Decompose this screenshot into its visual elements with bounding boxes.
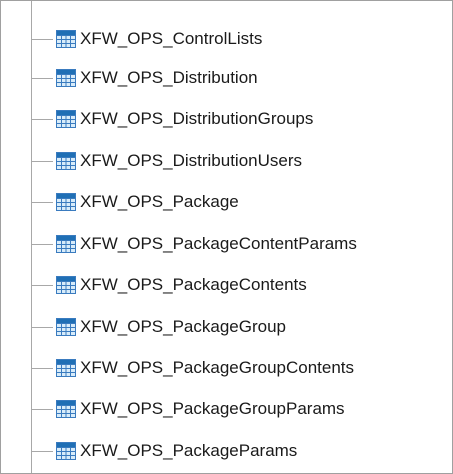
table-icon	[56, 69, 76, 87]
tree-branch-line	[31, 38, 53, 40]
table-icon	[56, 152, 76, 170]
tree-item-packagegroupcontents[interactable]: XFW_OPS_PackageGroupContents	[31, 351, 451, 385]
tree-item-label: XFW_OPS_DistributionUsers	[80, 151, 303, 170]
tree-item-controllists[interactable]: XFW_OPS_ControlLists	[31, 22, 451, 56]
table-icon	[56, 442, 76, 460]
tree-branch-line	[31, 243, 53, 245]
tree-item-distribution[interactable]: XFW_OPS_Distribution	[31, 61, 451, 95]
table-icon	[56, 400, 76, 418]
table-icon	[56, 276, 76, 294]
tree-item-distributionusers[interactable]: XFW_OPS_DistributionUsers	[31, 144, 451, 178]
tree-item-label: XFW_OPS_PackageParams	[80, 441, 298, 460]
table-icon	[56, 110, 76, 128]
table-icon	[56, 30, 76, 48]
tree-item-packagecontentparams[interactable]: XFW_OPS_PackageContentParams	[31, 227, 451, 261]
tree-branch-line	[31, 408, 53, 410]
tree-branch-line	[31, 367, 53, 369]
tree-branch-line	[31, 450, 53, 452]
tree-item-label: XFW_OPS_PackageContentParams	[80, 234, 357, 253]
table-icon	[56, 235, 76, 253]
tree-item-distributiongroups[interactable]: XFW_OPS_DistributionGroups	[31, 102, 451, 136]
tree-branch-line	[31, 118, 53, 120]
tree-item-label: XFW_OPS_Distribution	[80, 68, 258, 87]
tree-item-label: XFW_OPS_PackageGroupContents	[80, 358, 355, 377]
table-icon	[56, 193, 76, 211]
tree-branch-line	[31, 160, 53, 162]
tree-item-packageparams[interactable]: XFW_OPS_PackageParams	[31, 434, 451, 468]
tree-item-label: XFW_OPS_PackageGroupParams	[80, 399, 345, 418]
tree-item-label: XFW_OPS_ControlLists	[80, 29, 263, 48]
tree-item-label: XFW_OPS_Package	[80, 192, 239, 211]
tree-item-label: XFW_OPS_DistributionGroups	[80, 109, 314, 128]
table-icon	[56, 318, 76, 336]
tree-branch-line	[31, 284, 53, 286]
table-icon	[56, 359, 76, 377]
tree-item-packagegroup[interactable]: XFW_OPS_PackageGroup	[31, 310, 451, 344]
tree-branch-line	[31, 326, 53, 328]
tree-item-package[interactable]: XFW_OPS_Package	[31, 185, 451, 219]
tree-item-packagegroupparams[interactable]: XFW_OPS_PackageGroupParams	[31, 392, 451, 426]
tree-view-panel: XFW_OPS_ControlLists XFW_OPS_Distributio…	[0, 0, 453, 474]
tree-item-label: XFW_OPS_PackageContents	[80, 275, 307, 294]
tree-branch-line	[31, 77, 53, 79]
tree-item-packagecontents[interactable]: XFW_OPS_PackageContents	[31, 268, 451, 302]
table-tree: XFW_OPS_ControlLists XFW_OPS_Distributio…	[1, 1, 452, 473]
tree-item-label: XFW_OPS_PackageGroup	[80, 317, 286, 336]
tree-branch-line	[31, 201, 53, 203]
